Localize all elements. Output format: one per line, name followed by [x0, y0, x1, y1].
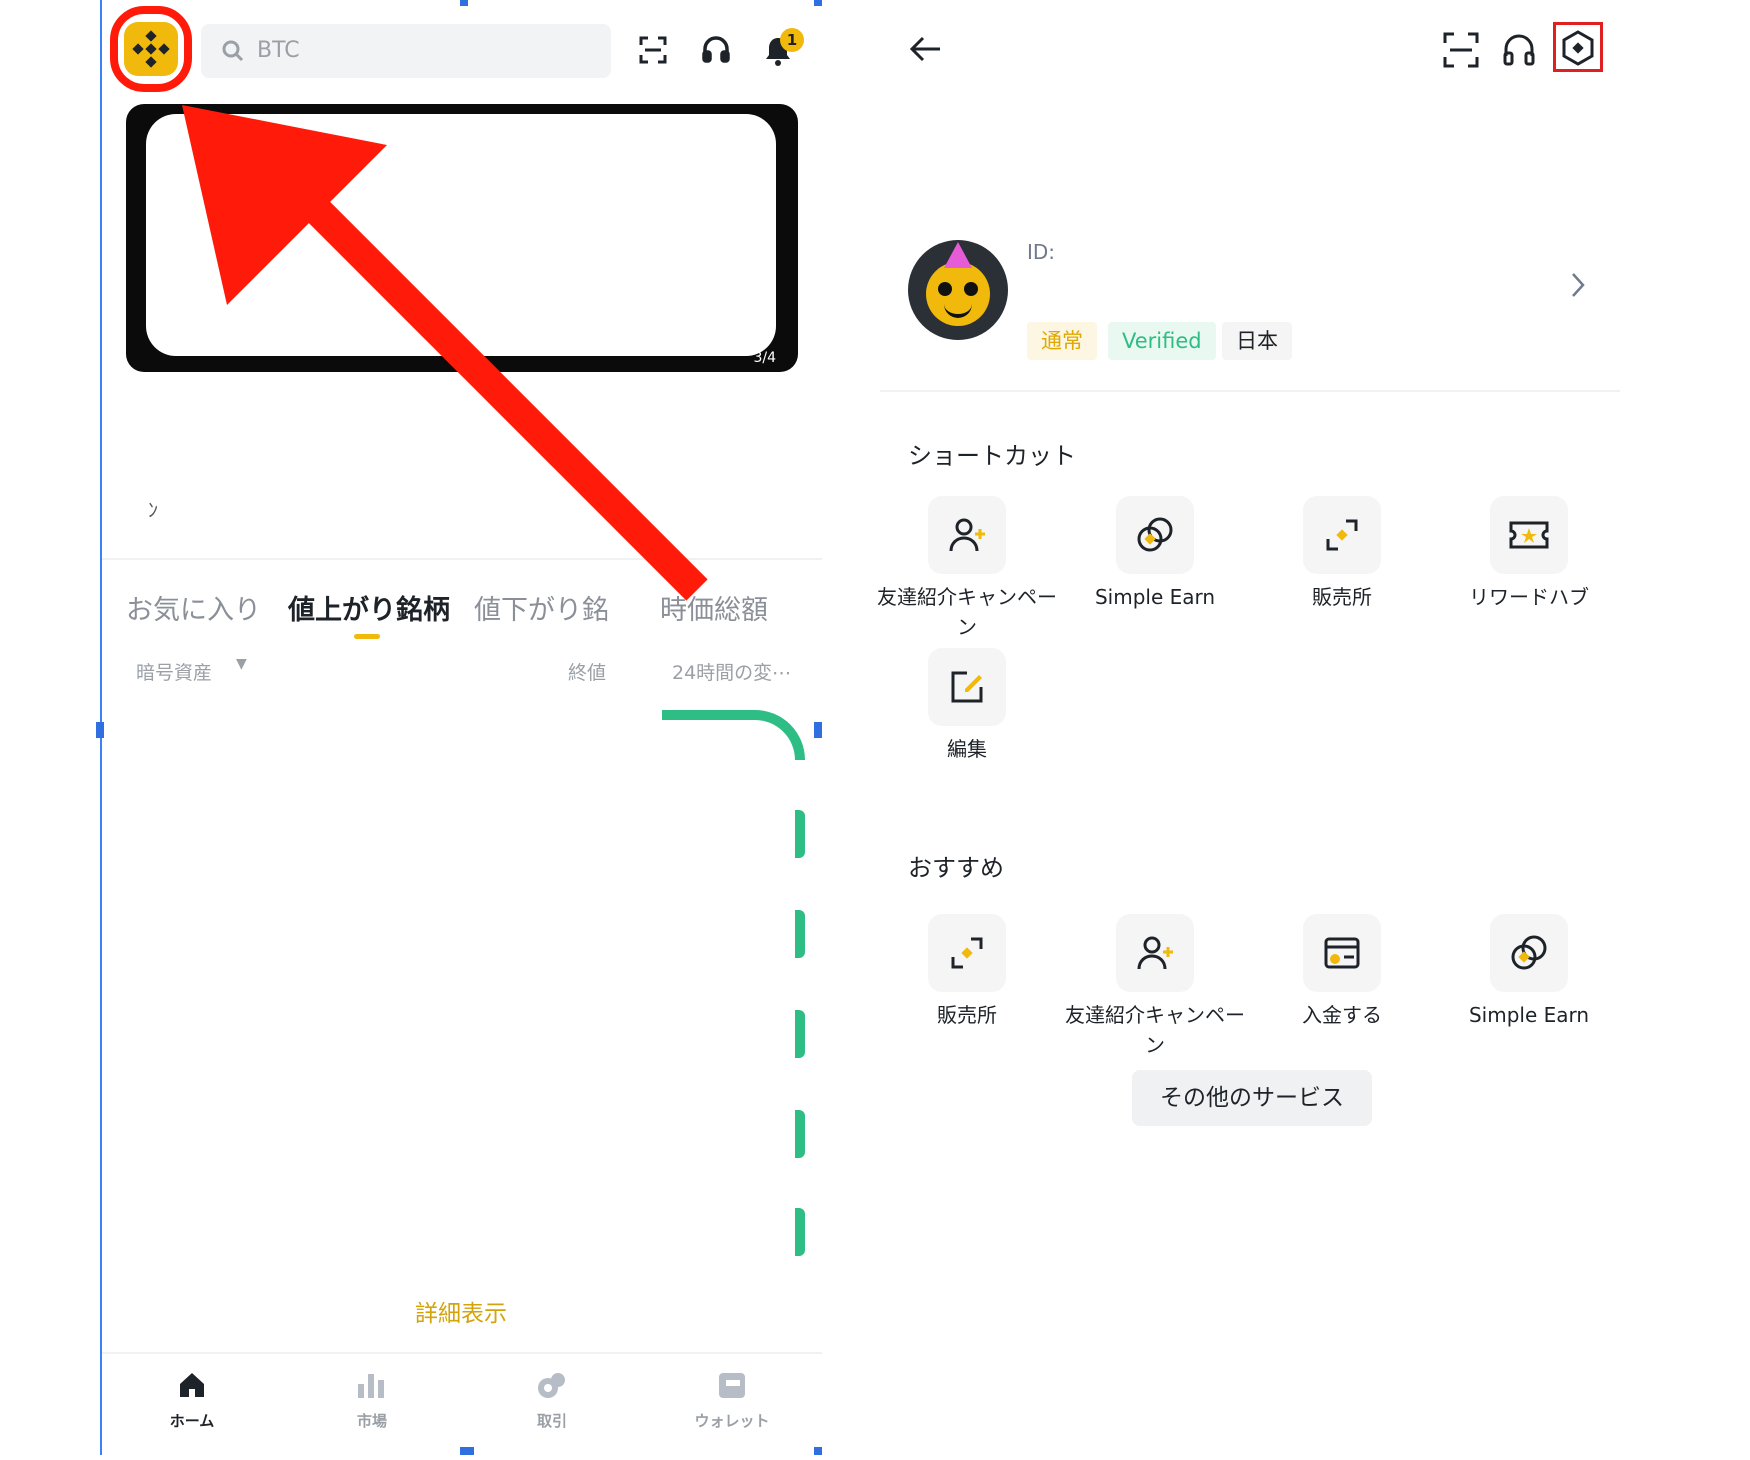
nav-trade-label: 取引	[536, 1412, 567, 1430]
shortcut-edit[interactable]: 編集	[872, 648, 1062, 764]
column-asset[interactable]: 暗号資産	[136, 658, 212, 685]
chevron-right-icon[interactable]	[1568, 270, 1588, 300]
recommended-deposit[interactable]: 入金する	[1247, 914, 1437, 1030]
recommended-label: 友達紹介キャンペーン	[1065, 1003, 1245, 1057]
change-pill[interactable]	[795, 1208, 805, 1256]
more-services-button[interactable]: その他のサービス	[1132, 1070, 1372, 1126]
bar-chart-icon	[358, 1374, 384, 1398]
selection-handle	[814, 722, 822, 738]
headset-icon[interactable]	[700, 34, 732, 66]
avatar-eye	[964, 282, 978, 296]
wallet-icon	[719, 1373, 745, 1398]
change-pill[interactable]	[795, 1110, 805, 1158]
swap-icon	[1326, 519, 1358, 551]
shortcut-label: Simple Earn	[1094, 585, 1216, 609]
party-hat	[944, 242, 972, 268]
tag-region: 日本	[1222, 322, 1292, 360]
search-placeholder: BTC	[257, 38, 300, 63]
selection-handle	[814, 0, 822, 6]
user-id-label: ID:	[1027, 240, 1056, 264]
tab-active-indicator	[354, 634, 380, 639]
coins-icon	[1511, 935, 1547, 970]
selection-handle	[814, 1447, 822, 1455]
selection-handle	[460, 1447, 474, 1455]
recommended-label: 入金する	[1302, 1003, 1382, 1027]
shortcut-exchange[interactable]: 販売所	[1247, 496, 1437, 612]
nav-markets[interactable]: 市場	[312, 1370, 432, 1431]
shortcut-label: 友達紹介キャンペーン	[877, 585, 1057, 639]
stray-character: ﾝ	[148, 498, 158, 522]
more-details-link[interactable]: 詳細表示	[415, 1294, 507, 1328]
avatar-eye	[938, 282, 952, 296]
settings-hexagon-icon[interactable]	[1560, 30, 1596, 66]
banner-pager: 3/4	[753, 350, 776, 366]
change-pill[interactable]	[795, 910, 805, 958]
recommended-simple-earn[interactable]: Simple Earn	[1434, 914, 1624, 1030]
deposit-icon	[1324, 937, 1360, 969]
tag-tier: 通常	[1027, 322, 1097, 360]
home-screen: BTC 1 3/4 ﾝ お気に入り 値上がり銘柄 値下がり銘 時価総額 暗号資産…	[96, 0, 822, 1455]
nav-home-label: ホーム	[169, 1412, 215, 1430]
shortcut-label: 編集	[947, 737, 987, 761]
change-pill[interactable]	[795, 1010, 805, 1058]
tag-verified: Verified	[1108, 322, 1216, 360]
change-pill[interactable]	[795, 810, 805, 858]
binance-logo-icon[interactable]	[124, 22, 178, 76]
red-arrow-annotation	[182, 105, 708, 601]
ticket-icon	[1509, 521, 1549, 549]
nav-wallet-label: ウォレット	[694, 1412, 770, 1430]
search-input[interactable]: BTC	[201, 24, 611, 78]
swap-icon	[951, 937, 983, 969]
selection-handle	[460, 0, 468, 6]
avatar[interactable]	[908, 240, 1008, 340]
trade-icon	[538, 1373, 565, 1398]
recommended-exchange[interactable]: 販売所	[872, 914, 1062, 1030]
shortcut-reward-hub[interactable]: リワードハブ	[1434, 496, 1624, 612]
notification-badge: 1	[780, 28, 804, 52]
shortcut-simple-earn[interactable]: Simple Earn	[1060, 496, 1250, 612]
user-plus-icon	[1137, 936, 1173, 970]
headset-icon[interactable]	[1501, 32, 1537, 68]
nav-wallet[interactable]: ウォレット	[672, 1370, 792, 1431]
divider	[102, 1352, 822, 1354]
nav-home[interactable]: ホーム	[132, 1370, 252, 1431]
profile-screen: ID: 通常 Verified 日本 ショートカット 友達紹介キャンペーン Si…	[877, 0, 1750, 1460]
divider	[880, 390, 1620, 392]
recommended-title: おすすめ	[908, 854, 1004, 882]
scan-icon[interactable]	[1443, 32, 1479, 68]
change-pill[interactable]	[662, 710, 805, 760]
shortcut-label: 販売所	[1312, 585, 1372, 609]
nav-markets-label: 市場	[356, 1412, 387, 1430]
nav-trade[interactable]: 取引	[492, 1370, 612, 1431]
column-price: 終値	[568, 662, 607, 684]
shortcut-label: リワードハブ	[1469, 585, 1589, 609]
sort-caret-icon[interactable]: ▼	[236, 656, 247, 672]
recommended-referral[interactable]: 友達紹介キャンペーン	[1060, 914, 1250, 1060]
shortcuts-title: ショートカット	[908, 442, 1076, 470]
coins-icon	[1137, 517, 1173, 552]
scan-icon[interactable]	[639, 36, 667, 64]
search-icon	[222, 40, 244, 62]
recommended-label: 販売所	[937, 1003, 997, 1027]
selection-handle	[96, 722, 104, 738]
user-plus-icon	[949, 518, 985, 552]
home-icon	[180, 1373, 204, 1397]
shortcut-referral[interactable]: 友達紹介キャンペーン	[872, 496, 1062, 642]
edit-icon	[951, 671, 983, 703]
column-change: 24時間の変⋯	[672, 662, 792, 684]
back-arrow-icon[interactable]	[908, 34, 944, 64]
recommended-label: Simple Earn	[1468, 1003, 1590, 1027]
